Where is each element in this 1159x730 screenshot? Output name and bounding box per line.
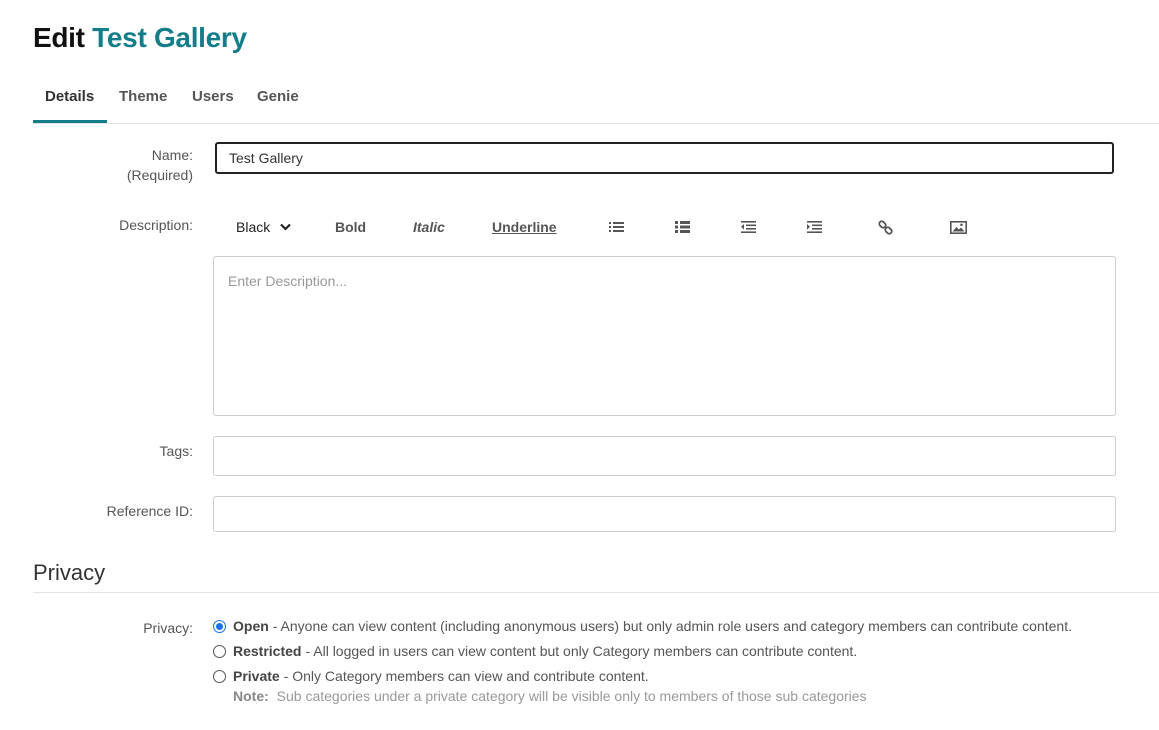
indent-icon[interactable] <box>807 214 822 240</box>
tab-genie[interactable]: Genie <box>245 86 311 123</box>
outdent-icon[interactable] <box>741 214 756 240</box>
bold-button[interactable]: Bold <box>335 214 366 240</box>
privacy-option-open: Open - Anyone can view content (includin… <box>213 618 1072 634</box>
privacy-private-description: - Only Category members can view and con… <box>283 668 649 684</box>
bulleted-list-icon[interactable] <box>609 214 624 240</box>
name-label-text: Name: <box>151 147 193 163</box>
description-label: Description: <box>119 217 193 233</box>
reference-id-input[interactable] <box>213 496 1116 532</box>
description-editor[interactable]: Enter Description... <box>213 256 1116 416</box>
name-label: Name: (Required) <box>127 145 193 185</box>
privacy-restricted-description: - All logged in users can view content b… <box>305 643 858 659</box>
link-icon[interactable] <box>878 214 893 240</box>
page-title-prefix: Edit <box>33 22 85 53</box>
tags-label: Tags: <box>159 443 193 459</box>
tab-bar: Details Theme Users Genie <box>33 86 1159 124</box>
privacy-private-radio[interactable] <box>213 669 226 683</box>
privacy-option-restricted: Restricted - All logged in users can vie… <box>213 643 857 659</box>
text-color-select[interactable]: Black <box>236 214 292 240</box>
privacy-open-description: - Anyone can view content (including ano… <box>272 618 1072 634</box>
tab-users[interactable]: Users <box>180 86 246 123</box>
reference-id-label: Reference ID: <box>106 503 193 519</box>
privacy-note: Note: Sub categories under a private cat… <box>233 688 867 704</box>
page-title: Edit Test Gallery <box>33 22 247 54</box>
privacy-note-text: Sub categories under a private category … <box>276 688 867 704</box>
name-required-text: (Required) <box>126 167 193 183</box>
privacy-label: Privacy: <box>143 620 193 636</box>
tags-input[interactable] <box>213 436 1116 476</box>
description-placeholder: Enter Description... <box>228 273 348 289</box>
tab-theme[interactable]: Theme <box>107 86 179 123</box>
tab-details[interactable]: Details <box>33 86 107 123</box>
privacy-private-name: Private <box>233 668 280 684</box>
privacy-restricted-name: Restricted <box>233 643 302 659</box>
editor-toolbar: Black Bold Italic Underline <box>213 214 1116 242</box>
section-divider <box>33 592 1159 593</box>
privacy-open-name: Open <box>233 618 269 634</box>
gallery-name: Test Gallery <box>92 22 247 53</box>
numbered-list-icon[interactable] <box>675 214 690 240</box>
privacy-option-private: Private - Only Category members can view… <box>213 668 649 684</box>
underline-button[interactable]: Underline <box>492 214 557 240</box>
privacy-section-title: Privacy <box>33 560 106 585</box>
name-input[interactable] <box>215 142 1114 174</box>
privacy-restricted-radio[interactable] <box>213 644 226 658</box>
privacy-open-radio[interactable] <box>213 619 226 633</box>
text-color-value: Black <box>236 219 271 235</box>
image-icon[interactable] <box>950 214 967 240</box>
italic-button[interactable]: Italic <box>413 214 445 240</box>
chevron-down-icon <box>280 223 292 231</box>
privacy-note-label: Note: <box>233 688 269 704</box>
